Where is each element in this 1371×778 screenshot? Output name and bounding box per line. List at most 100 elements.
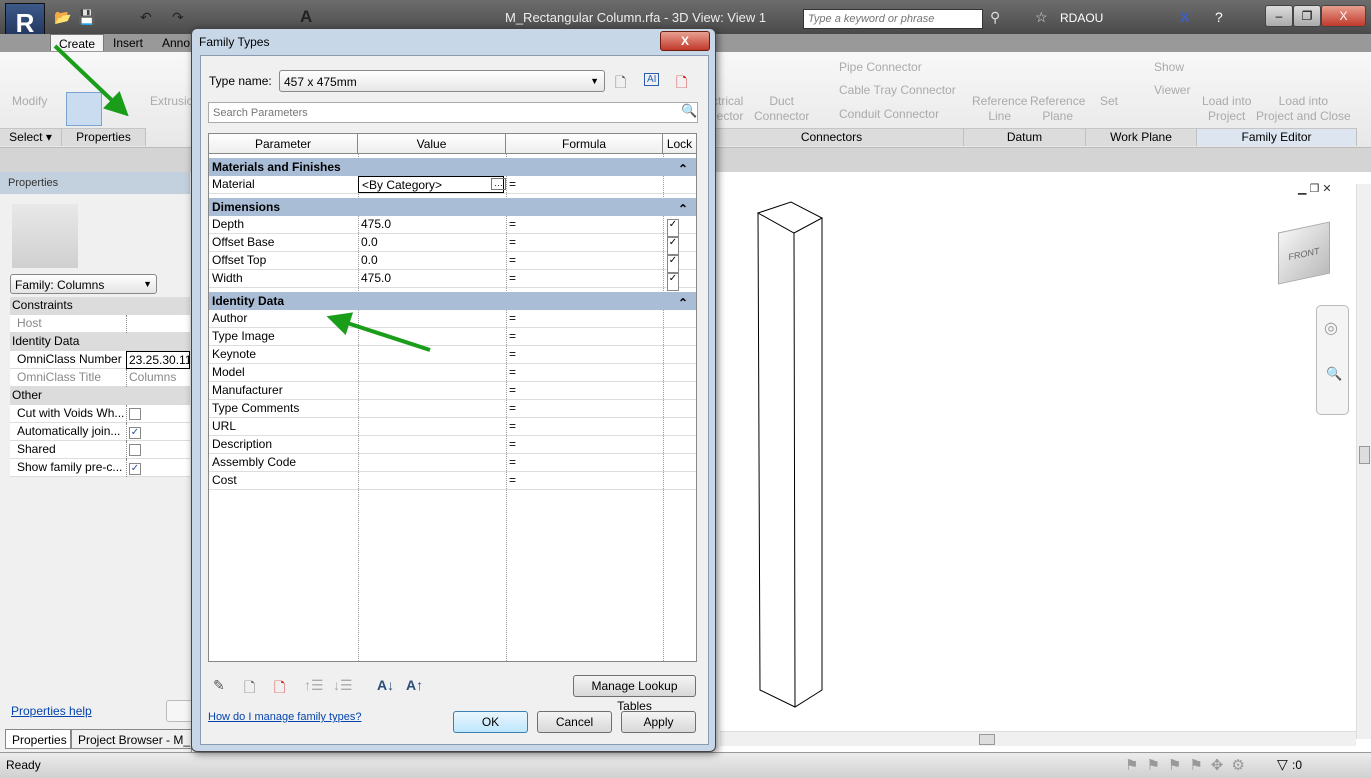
parameter-formula[interactable]: = — [506, 400, 663, 418]
parameter-value[interactable] — [358, 472, 506, 490]
user-account[interactable]: RDAOU — [1060, 11, 1103, 25]
parameter-formula[interactable]: = — [506, 252, 663, 270]
checkbox[interactable] — [129, 444, 141, 456]
tab-properties[interactable]: Properties — [5, 729, 71, 749]
apply-button[interactable]: Apply — [621, 711, 696, 733]
load-into-project-close-button[interactable]: Load into Project and Close — [1256, 94, 1351, 124]
parameter-value[interactable]: 0.0 — [358, 252, 506, 270]
property-value[interactable]: ✓ — [126, 423, 190, 441]
parameter-value[interactable]: 475.0 — [358, 216, 506, 234]
navigation-bar[interactable]: ◎ 🔍 — [1316, 305, 1349, 415]
tab-insert[interactable]: Insert — [105, 36, 151, 50]
lock-checkbox[interactable]: ✓ — [667, 273, 679, 291]
selection-filter-icons[interactable]: ⚑⚑⚑⚑✥⚙ — [1125, 756, 1253, 774]
undo-icon[interactable]: ↶ — [140, 9, 152, 26]
checkbox[interactable] — [129, 408, 141, 420]
tab-create[interactable]: Create — [50, 34, 105, 51]
column-header-parameter[interactable]: Parameter — [209, 134, 358, 154]
modify-button[interactable]: Modify — [12, 94, 47, 109]
parameter-formula[interactable]: = — [506, 382, 663, 400]
family-type-selector[interactable]: Family: Columns ▼ — [10, 274, 157, 294]
property-value[interactable]: Columns — [126, 369, 190, 387]
column-header-value[interactable]: Value — [358, 134, 506, 154]
filter-icon[interactable]: ▽ — [1277, 756, 1288, 773]
parameter-formula[interactable]: = — [506, 328, 663, 346]
work-plane-viewer-button[interactable]: Viewer — [1154, 83, 1190, 98]
property-value[interactable] — [126, 441, 190, 459]
parameter-formula[interactable]: = — [506, 472, 663, 490]
save-icon[interactable]: 💾 — [78, 9, 95, 26]
family-types-button[interactable] — [66, 92, 102, 126]
redo-icon[interactable]: ↷ — [172, 9, 184, 26]
parameter-value[interactable]: 475.0 — [358, 270, 506, 288]
parameter-formula[interactable]: = — [506, 234, 663, 252]
parameter-formula[interactable]: = — [506, 418, 663, 436]
property-group[interactable]: Constraints — [10, 297, 190, 315]
parameter-group-header[interactable]: Identity Data ⌃ — [209, 292, 696, 310]
manage-lookup-tables-button[interactable]: Manage Lookup Tables — [573, 675, 696, 713]
close-button[interactable]: X — [1321, 5, 1366, 27]
pipe-connector-button[interactable]: Pipe Connector — [839, 60, 922, 75]
parameter-value[interactable] — [358, 454, 506, 472]
extrusion-button[interactable]: Extrusio — [150, 94, 193, 109]
move-down-icon[interactable]: ↓☰ — [333, 677, 353, 694]
minimize-button[interactable]: – — [1265, 5, 1293, 27]
property-group[interactable]: Other — [10, 387, 190, 405]
vertical-scrollbar[interactable] — [1356, 184, 1371, 739]
browse-material-button[interactable]: … — [491, 178, 506, 190]
new-type-icon[interactable]: 🗋 — [615, 72, 626, 96]
type-name-dropdown[interactable]: 457 x 475mm ▼ — [279, 70, 605, 92]
parameter-formula[interactable]: = — [506, 454, 663, 472]
parameter-value[interactable]: <By Category> — [358, 176, 504, 193]
3d-viewport[interactable]: ▁ ❐ ✕ FRONT ◎ 🔍 — [720, 172, 1371, 752]
horizontal-scrollbar[interactable] — [720, 731, 1356, 746]
parameter-value[interactable] — [358, 418, 506, 436]
sort-descending-icon[interactable]: A↑ — [406, 677, 423, 693]
parameter-group-header[interactable]: Dimensions ⌃ — [209, 198, 696, 216]
favorites-icon[interactable]: ☆ — [1035, 9, 1048, 26]
parameter-formula[interactable]: = — [506, 436, 663, 454]
show-work-plane-button[interactable]: Show — [1154, 60, 1184, 75]
parameter-value[interactable]: 0.0 — [358, 234, 506, 252]
ok-button[interactable]: OK — [453, 711, 528, 733]
parameter-group-header[interactable]: Materials and Finishes ⌃ — [209, 158, 696, 176]
property-value[interactable] — [126, 315, 190, 333]
properties-help-link[interactable]: Properties help — [11, 704, 92, 718]
edit-parameter-icon[interactable]: ✎ — [213, 677, 225, 694]
parameter-value[interactable] — [358, 400, 506, 418]
open-icon[interactable]: 📂 — [54, 9, 71, 26]
parameter-formula[interactable]: = — [506, 216, 663, 234]
cable-tray-connector-button[interactable]: Cable Tray Connector — [839, 83, 956, 98]
delete-parameter-icon[interactable]: 🗋 — [274, 677, 285, 701]
parameter-value[interactable] — [358, 310, 506, 328]
parameter-value[interactable] — [358, 364, 506, 382]
cancel-button[interactable]: Cancel — [537, 711, 612, 733]
exchange-icon[interactable]: X — [1180, 9, 1189, 25]
property-value[interactable]: ✓ — [126, 459, 190, 477]
steering-wheel-icon[interactable]: ◎ — [1324, 318, 1338, 338]
help-icon[interactable]: ? — [1215, 9, 1223, 25]
maximize-button[interactable]: ❐ — [1293, 5, 1321, 27]
checkbox[interactable]: ✓ — [129, 427, 141, 439]
set-work-plane-button[interactable]: Set — [1100, 94, 1118, 109]
checkbox[interactable]: ✓ — [129, 463, 141, 475]
parameter-formula[interactable]: = — [506, 176, 663, 194]
parameter-formula[interactable]: = — [506, 310, 663, 328]
parameter-value[interactable] — [358, 436, 506, 454]
text-icon[interactable]: A — [300, 7, 312, 27]
parameter-value[interactable] — [358, 346, 506, 364]
tab-project-browser[interactable]: Project Browser - M_R — [71, 729, 192, 749]
parameter-formula[interactable]: = — [506, 346, 663, 364]
conduit-connector-button[interactable]: Conduit Connector — [839, 107, 939, 122]
help-link[interactable]: How do I manage family types? — [208, 711, 361, 723]
zoom-icon[interactable]: 🔍 — [1326, 366, 1342, 382]
parameter-value[interactable] — [358, 382, 506, 400]
load-into-project-button[interactable]: Load into Project — [1202, 94, 1251, 124]
property-value[interactable]: 23.25.30.11.1 — [126, 351, 190, 369]
reference-line-button[interactable]: Reference Line — [972, 94, 1027, 124]
binoculars-icon[interactable]: ⚲ — [990, 9, 1000, 26]
move-up-icon[interactable]: ↑☰ — [304, 677, 324, 694]
delete-type-icon[interactable]: 🗋 — [676, 72, 687, 96]
property-value[interactable] — [126, 405, 190, 423]
new-parameter-icon[interactable]: 🗋 — [244, 677, 255, 701]
